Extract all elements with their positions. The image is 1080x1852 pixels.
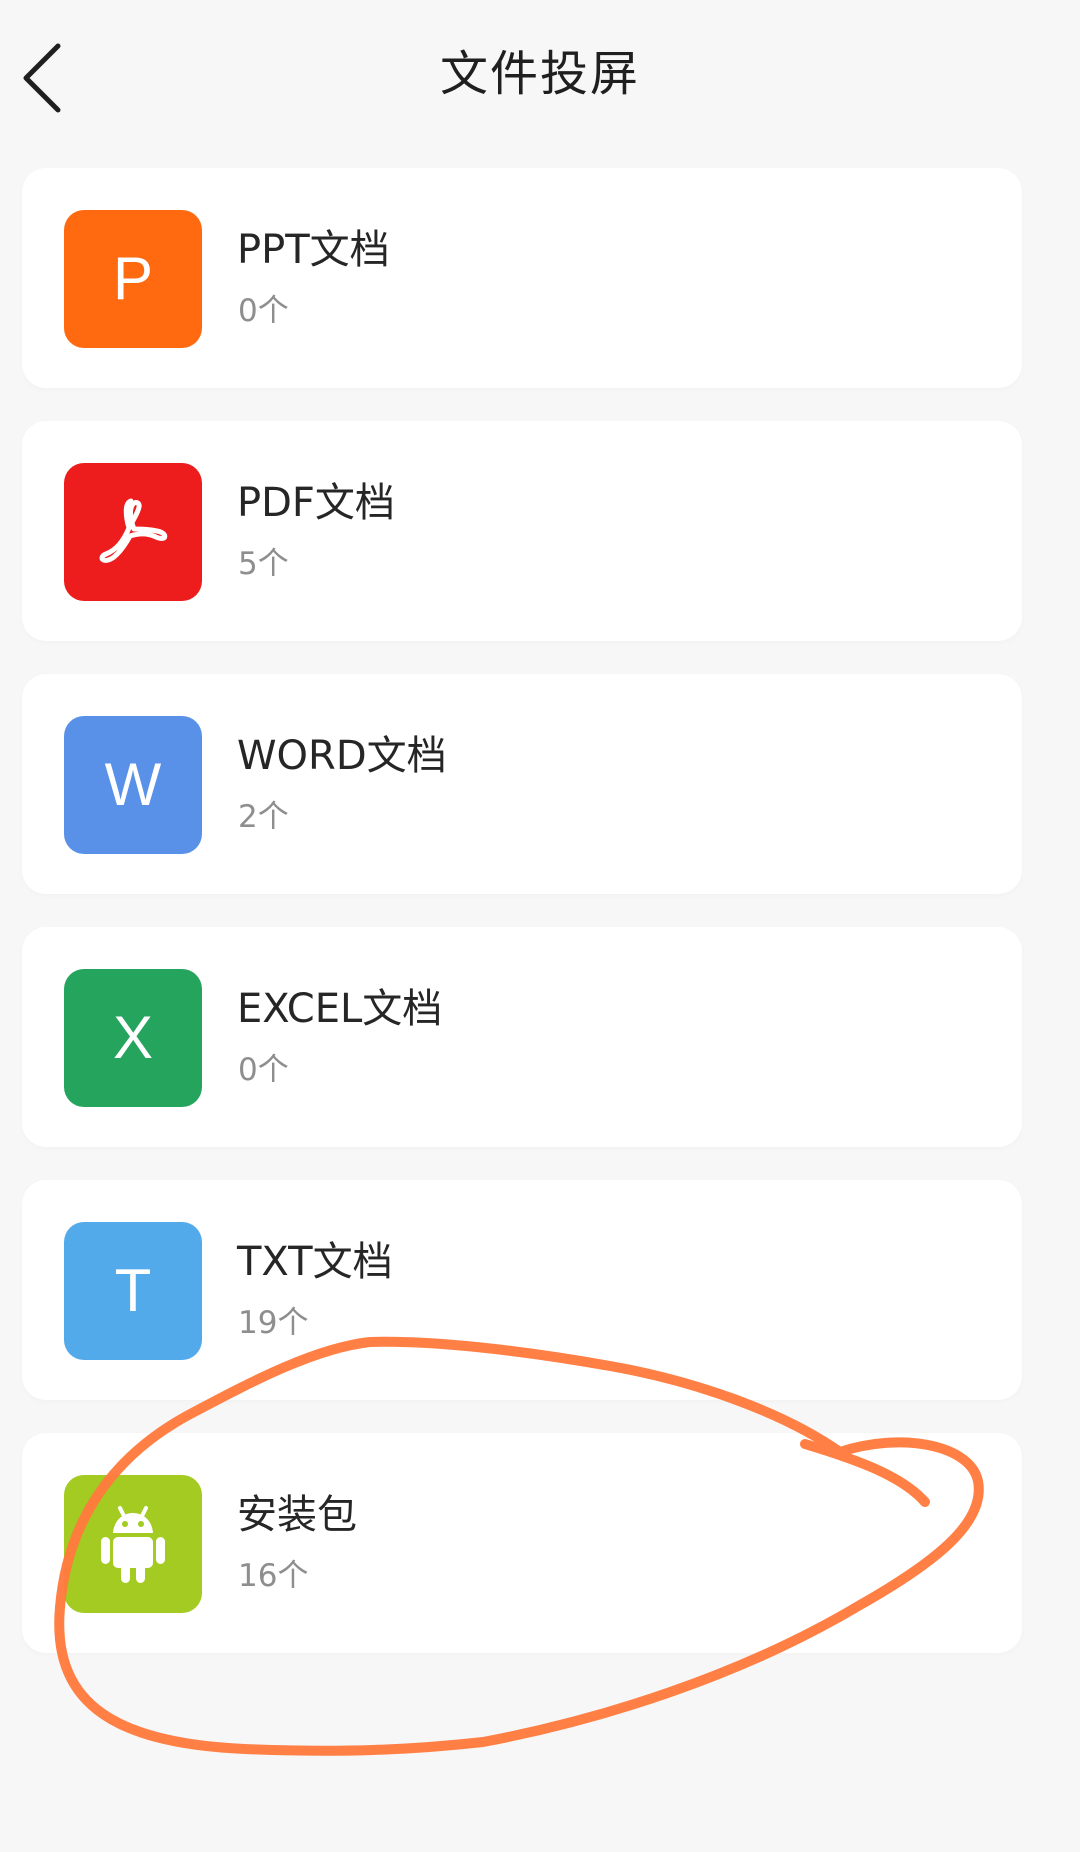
file-category-pdf[interactable]: PDF文档 5个 — [22, 421, 1022, 641]
file-category-title: WORD文档 — [237, 733, 447, 779]
file-category-apk[interactable]: 安装包 16个 — [22, 1433, 1022, 1653]
file-category-title: PDF文档 — [237, 480, 395, 526]
ppt-icon: P — [64, 210, 202, 348]
file-category-title: 安装包 — [237, 1492, 357, 1538]
file-category-txt[interactable]: T TXT文档 19个 — [22, 1180, 1022, 1400]
file-category-count: 0个 — [238, 1052, 289, 1088]
file-category-count: 5个 — [238, 546, 289, 582]
file-category-count: 19个 — [238, 1305, 309, 1341]
word-icon: W — [64, 716, 202, 854]
file-category-word[interactable]: W WORD文档 2个 — [22, 674, 1022, 894]
file-category-title: PPT文档 — [237, 227, 390, 273]
file-category-count: 16个 — [238, 1558, 309, 1594]
android-icon — [64, 1475, 202, 1613]
txt-icon: T — [64, 1222, 202, 1360]
file-category-count: 2个 — [238, 799, 289, 835]
pdf-icon — [64, 463, 202, 601]
file-category-excel[interactable]: X EXCEL文档 0个 — [22, 927, 1022, 1147]
file-category-title: TXT文档 — [237, 1239, 393, 1285]
file-category-ppt[interactable]: P PPT文档 0个 — [22, 168, 1022, 388]
page-title: 文件投屏 — [439, 46, 640, 102]
file-category-title: EXCEL文档 — [237, 986, 443, 1032]
excel-icon: X — [64, 969, 202, 1107]
header: 文件投屏 — [0, 0, 1080, 150]
file-category-count: 0个 — [238, 293, 289, 329]
file-category-list: P PPT文档 0个 PDF文档 5个 W WORD文档 2个 X EXCEL文… — [22, 168, 1022, 1686]
